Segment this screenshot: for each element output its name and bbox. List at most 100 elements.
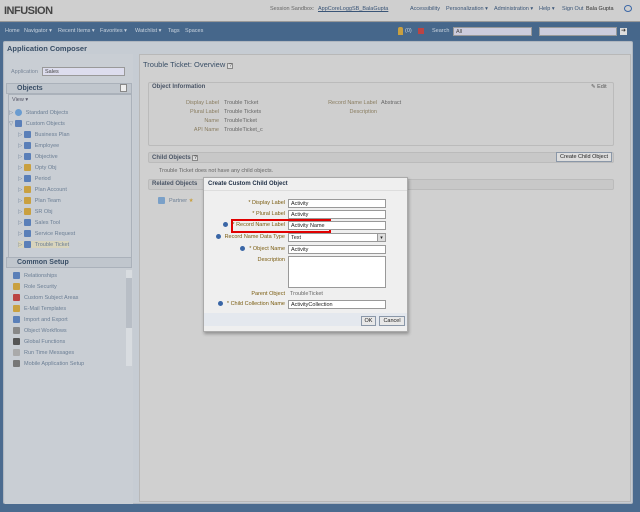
view-menu[interactable]: View ▾: [12, 97, 28, 103]
custom-object-icon: [23, 164, 31, 171]
search-scope-select[interactable]: All: [453, 27, 532, 36]
record-type-label-text: Record Name Data Type: [224, 234, 285, 240]
setup-item-e-mail-templates[interactable]: E-Mail Templates: [13, 305, 66, 312]
custom-object-icon: [23, 142, 31, 149]
help-icon[interactable]: [217, 301, 223, 307]
tree-item-period[interactable]: ▷ Period: [18, 175, 51, 182]
tree-label: Service Request: [34, 230, 76, 237]
help-menu[interactable]: Help ▾: [539, 6, 555, 12]
objects-header[interactable]: Objects: [6, 83, 132, 94]
plural-label-input[interactable]: Activity: [288, 210, 386, 219]
new-object-icon[interactable]: [120, 84, 127, 92]
chevron-down-icon[interactable]: ▾: [377, 234, 385, 241]
chat-icon[interactable]: [624, 5, 632, 12]
application-select[interactable]: Sales: [42, 67, 125, 76]
setup-item-relationships[interactable]: Relationships: [13, 272, 57, 279]
tree-item-business-plan[interactable]: ▷ Business Plan: [18, 131, 70, 138]
record-name-label-input[interactable]: Activity Name: [288, 221, 386, 230]
setup-icon: [13, 360, 20, 367]
field-label: Plural Label: [189, 109, 219, 115]
record-name-data-type-select[interactable]: Text ▾: [288, 233, 386, 242]
custom-object-icon: [23, 219, 31, 226]
custom-object-icon: [23, 241, 31, 248]
page-title: Application Composer: [7, 44, 88, 53]
session-link[interactable]: AppCoreLoggSB_BalaGupta: [318, 6, 388, 12]
no-child-objects-message: Trouble Ticket does not have any child o…: [159, 168, 274, 174]
tree-item-sales-tool[interactable]: ▷ Sales Tool: [18, 219, 60, 226]
related-object-partner[interactable]: Partner ★: [158, 197, 194, 204]
plural-label-label: * Plural Label: [252, 211, 285, 217]
global-header: INFUSION Session Sandbox: AppCoreLoggSB_…: [0, 0, 640, 22]
nav-spaces[interactable]: Spaces: [185, 28, 203, 34]
tree-label: Period: [34, 175, 51, 182]
setup-item-mobile-application-setup[interactable]: Mobile Application Setup: [13, 360, 84, 367]
nav-tags[interactable]: Tags: [168, 28, 180, 34]
setup-item-run-time-messages[interactable]: Run Time Messages: [13, 349, 74, 356]
tree-item-employee[interactable]: ▷ Employee: [18, 142, 59, 149]
nav-recent-items[interactable]: Recent Items ▾: [58, 28, 95, 34]
custom-object-icon: [23, 208, 31, 215]
common-setup-scrollbar[interactable]: [126, 270, 132, 366]
nav-bar: Home Navigator ▾ Recent Items ▾ Favorite…: [0, 23, 640, 40]
nav-home[interactable]: Home: [5, 28, 20, 34]
setup-item-custom-subject-areas[interactable]: Custom Subject Areas: [13, 294, 78, 301]
object-name-input[interactable]: Activity: [288, 245, 386, 254]
tree-item-plan-account[interactable]: ▷ Plan Account: [18, 186, 67, 193]
help-icon[interactable]: [240, 246, 246, 252]
search-scope-value: All: [456, 29, 463, 35]
field-label: API Name: [193, 127, 219, 133]
child-collection-name-input[interactable]: ActivityCollection: [288, 300, 386, 309]
create-child-object-button[interactable]: Create Child Object: [556, 152, 612, 162]
personalization-menu[interactable]: Personalization ▾: [446, 6, 488, 12]
child-objects-header: Child Objects ?: [152, 155, 199, 161]
setup-item-import-and-export[interactable]: Import and Export: [13, 316, 68, 323]
related-objects-title: Related Objects: [152, 181, 198, 187]
ok-button[interactable]: OK: [361, 316, 376, 326]
setup-label: Import and Export: [24, 316, 68, 323]
tree-label: Plan Account: [34, 186, 67, 193]
nav-navigator[interactable]: Navigator ▾: [24, 28, 52, 34]
record-name-value: Abstract: [381, 100, 402, 106]
search-go-icon[interactable]: ➜: [620, 28, 627, 35]
notification-bell-icon[interactable]: [398, 27, 403, 35]
administration-menu[interactable]: Administration ▾: [494, 6, 533, 12]
description-textarea[interactable]: [288, 256, 386, 288]
tree-item-trouble-ticket[interactable]: ▷ Trouble Ticket: [18, 241, 70, 248]
common-setup-header[interactable]: Common Setup: [6, 257, 132, 268]
help-icon[interactable]: [223, 222, 229, 228]
tree-item-sr-obj[interactable]: ▷ SR Obj: [18, 208, 53, 215]
help-icon[interactable]: ?: [227, 63, 234, 69]
cancel-button[interactable]: Cancel: [379, 316, 405, 326]
field-value: TroubleTicket_c: [224, 127, 263, 133]
tree-item-opty-obj[interactable]: ▷ Opty Obj: [18, 164, 56, 171]
tree-item-plan-team[interactable]: ▷ Plan Team: [18, 197, 61, 204]
tree-item-service-request[interactable]: ▷ Service Request: [18, 230, 75, 237]
sign-out-link[interactable]: Sign Out: [562, 6, 583, 12]
setup-label: Role Security: [24, 283, 57, 290]
display-label-input[interactable]: Activity: [288, 199, 386, 208]
tree-item-objective[interactable]: ▷ Objective: [18, 153, 58, 160]
search-input[interactable]: [539, 27, 617, 36]
accessibility-link[interactable]: Accessibility: [410, 6, 440, 12]
setup-item-global-functions[interactable]: Global Functions: [13, 338, 65, 345]
tree-custom-objects[interactable]: ▽ Custom Objects: [9, 120, 65, 127]
calendar-icon[interactable]: [418, 28, 424, 34]
nav-favorites[interactable]: Favorites ▾: [100, 28, 127, 34]
tree-label: Employee: [34, 142, 60, 149]
edit-button[interactable]: ✎ Edit: [591, 84, 607, 90]
tree-standard-objects[interactable]: ▷ Standard Objects: [9, 109, 68, 116]
setup-item-object-workflows[interactable]: Object Workflows: [13, 327, 67, 334]
standard-objects-icon: [14, 109, 22, 116]
record-name-label-text: * Record Name Label: [232, 222, 285, 228]
help-icon[interactable]: [215, 234, 221, 240]
object-information-header[interactable]: Object Information: [152, 84, 205, 90]
child-objects-header-bar: [148, 152, 614, 163]
partner-label: Partner: [169, 197, 188, 204]
custom-object-icon: [23, 186, 31, 193]
left-panel: Application Sales Objects View ▾ ▷ Stand…: [5, 54, 133, 504]
field-value: TroubleTicket: [224, 118, 257, 124]
setup-item-role-security[interactable]: Role Security: [13, 283, 57, 290]
help-icon[interactable]: ?: [192, 155, 199, 161]
nav-watchlist[interactable]: Watchlist ▾: [135, 28, 161, 34]
session-label: Session Sandbox:: [270, 6, 315, 12]
